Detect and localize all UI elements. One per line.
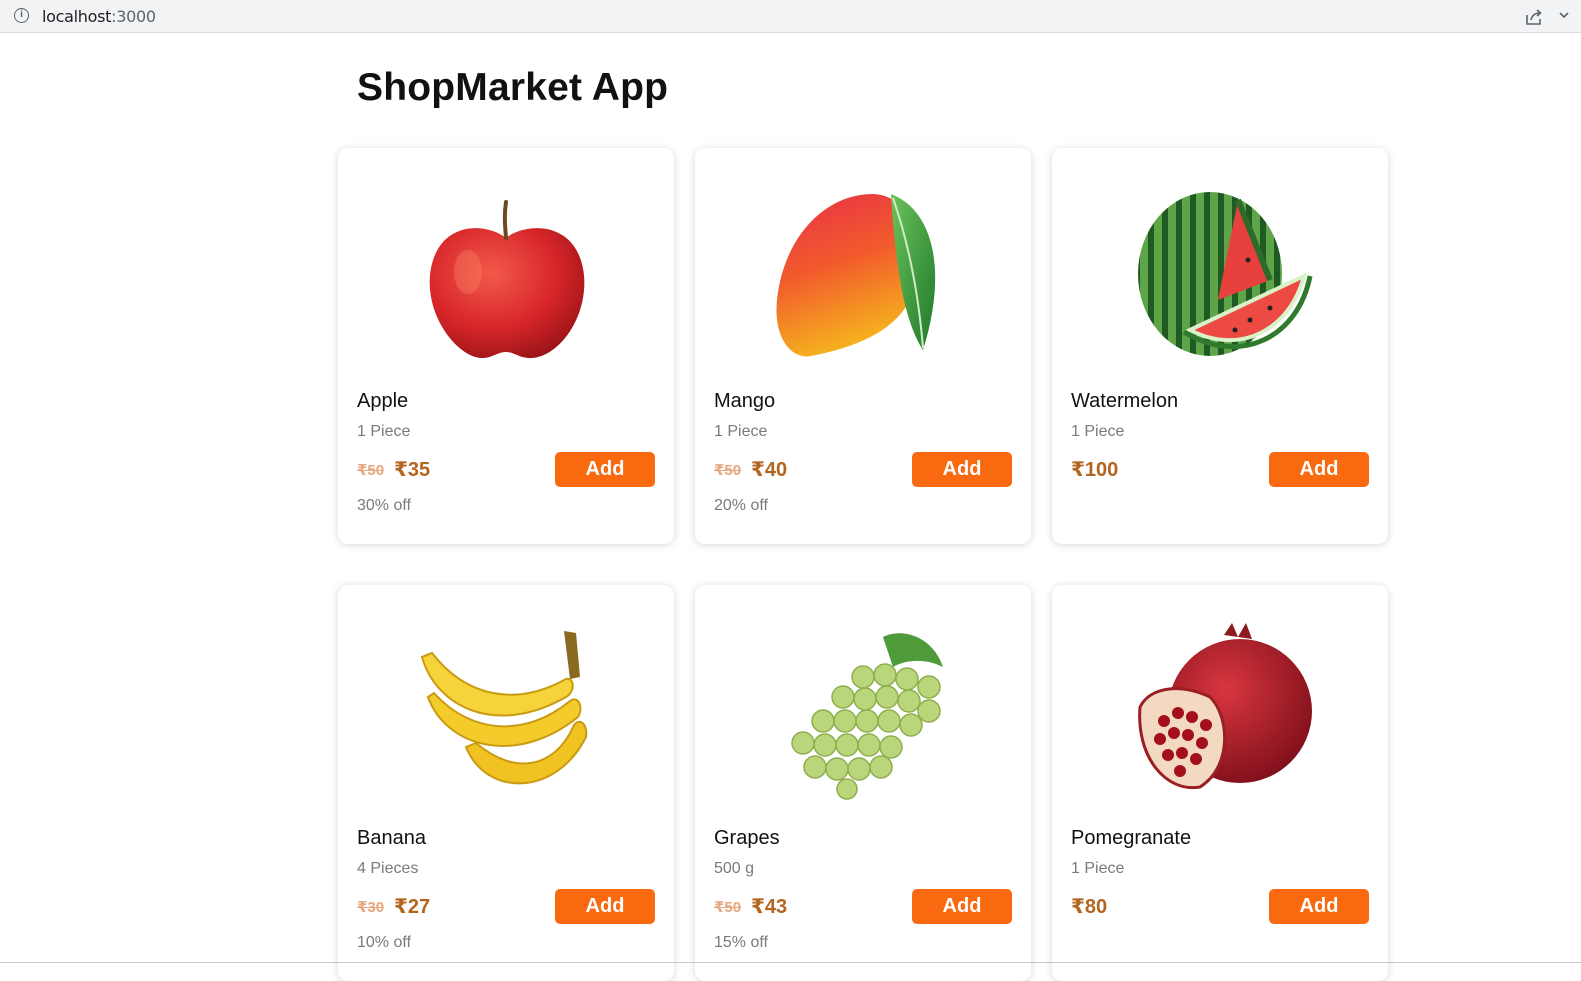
product-name: Grapes	[714, 827, 780, 849]
browser-address-bar: i localhost:3000	[0, 0, 1581, 33]
banana-image	[406, 617, 606, 813]
add-button[interactable]: Add	[555, 452, 655, 487]
share-icon[interactable]	[1524, 7, 1544, 27]
product-card-grapes: Grapes 500 g ₹50 ₹43 Add 15% off	[695, 585, 1031, 981]
product-quantity: 1 Piece	[1071, 860, 1125, 877]
product-quantity: 1 Piece	[357, 423, 411, 440]
discount-label: 30% off	[357, 497, 411, 514]
page-title: ShopMarket App	[357, 66, 669, 109]
product-card-banana: Banana 4 Pieces ₹30 ₹27 Add 10% off	[338, 585, 674, 981]
product-name: Banana	[357, 827, 426, 849]
sale-price: ₹27	[394, 896, 431, 918]
discount-label: 15% off	[714, 934, 768, 951]
mango-image	[763, 180, 963, 376]
watermelon-image	[1120, 180, 1320, 376]
apple-image	[406, 180, 606, 376]
product-quantity: 500 g	[714, 860, 755, 877]
product-name: Apple	[357, 390, 409, 412]
discount-label: 20% off	[714, 497, 768, 514]
product-name: Pomegranate	[1071, 827, 1192, 849]
product-name: Watermelon	[1071, 390, 1179, 412]
pomegranate-image	[1120, 617, 1320, 813]
url-field[interactable]: localhost:3000	[42, 7, 156, 26]
add-button[interactable]: Add	[912, 452, 1012, 487]
product-card-watermelon: Watermelon 1 Piece ₹100 Add	[1052, 148, 1388, 544]
add-button[interactable]: Add	[1269, 889, 1369, 924]
product-card-pomegranate: Pomegranate 1 Piece ₹80 Add	[1052, 585, 1388, 981]
add-button[interactable]: Add	[1269, 452, 1369, 487]
original-price: ₹50	[357, 462, 385, 479]
url-host: localhost	[42, 7, 112, 26]
discount-label: 10% off	[357, 934, 411, 951]
original-price: ₹50	[714, 462, 742, 479]
product-card-apple: Apple 1 Piece ₹50 ₹35 Add 30% off	[338, 148, 674, 544]
product-quantity: 1 Piece	[714, 423, 768, 440]
sale-price: ₹43	[751, 896, 788, 918]
grapes-image	[763, 617, 963, 813]
sale-price: ₹40	[751, 459, 788, 481]
product-card-mango: Mango 1 Piece ₹50 ₹40 Add 20% off	[695, 148, 1031, 544]
sale-price: ₹80	[1071, 896, 1108, 918]
add-button[interactable]: Add	[912, 889, 1012, 924]
viewport-bottom-divider	[0, 962, 1581, 963]
product-quantity: 4 Pieces	[357, 860, 419, 877]
add-button[interactable]: Add	[555, 889, 655, 924]
original-price: ₹30	[357, 899, 385, 916]
sale-price: ₹100	[1071, 459, 1119, 481]
product-quantity: 1 Piece	[1071, 423, 1125, 440]
product-name: Mango	[714, 390, 776, 412]
url-port: :3000	[111, 7, 156, 26]
info-icon[interactable]: i	[14, 8, 29, 23]
original-price: ₹50	[714, 899, 742, 916]
chevron-down-icon[interactable]	[1558, 9, 1570, 21]
sale-price: ₹35	[394, 459, 431, 481]
